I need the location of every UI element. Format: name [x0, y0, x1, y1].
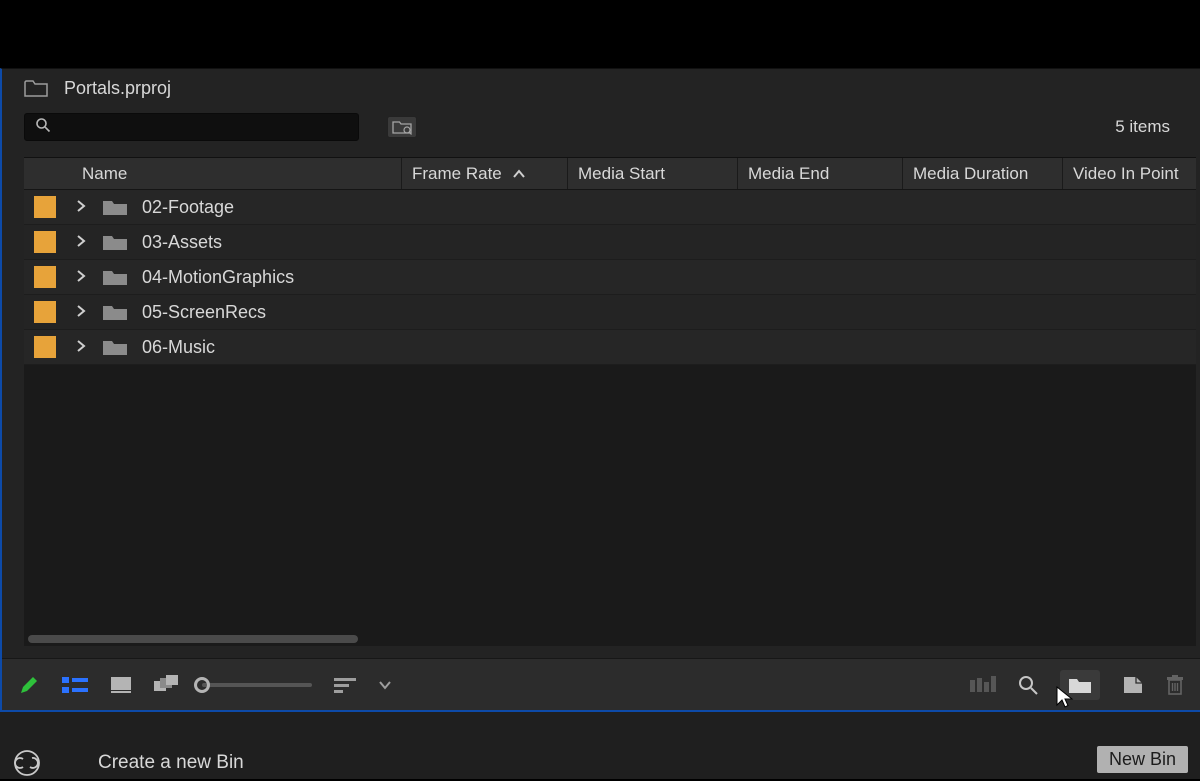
freeform-view-icon[interactable] [154, 675, 180, 695]
project-title: Portals.prproj [64, 78, 171, 99]
list-view-icon[interactable] [62, 676, 88, 694]
status-bar: Create a new Bin New Bin [0, 712, 1200, 779]
search-icon [35, 117, 51, 138]
table-row[interactable]: 03-Assets [24, 225, 1196, 260]
icon-view-icon[interactable] [110, 676, 132, 694]
bin-folder-icon [102, 197, 130, 217]
bin-name[interactable]: 04-MotionGraphics [142, 267, 294, 288]
expand-arrow-icon[interactable] [70, 267, 92, 288]
sort-order-icon[interactable] [334, 677, 356, 693]
project-folder-icon [24, 79, 48, 97]
bin-name[interactable]: 05-ScreenRecs [142, 302, 266, 323]
column-media-duration[interactable]: Media Duration [903, 158, 1063, 189]
bin-folder-icon [102, 267, 130, 287]
item-count: 5 items [1115, 117, 1178, 137]
project-rows: 02-Footage 03-Assets 04-MotionGraphics 05-S… [24, 190, 1196, 365]
sort-dropdown-icon[interactable] [378, 680, 392, 690]
table-row[interactable]: 04-MotionGraphics [24, 260, 1196, 295]
zoom-slider-handle[interactable] [194, 677, 210, 693]
expand-arrow-icon[interactable] [70, 302, 92, 323]
table-row[interactable]: 06-Music [24, 330, 1196, 365]
expand-arrow-icon[interactable] [70, 197, 92, 218]
delete-button[interactable] [1166, 675, 1184, 695]
column-video-in-point-label: Video In Point [1073, 164, 1179, 184]
column-name-label: Name [82, 164, 127, 184]
column-media-end[interactable]: Media End [738, 158, 903, 189]
bin-folder-icon [102, 302, 130, 322]
column-name[interactable]: Name [72, 158, 402, 189]
expand-arrow-icon[interactable] [70, 232, 92, 253]
column-media-duration-label: Media Duration [913, 164, 1028, 184]
horizontal-scrollbar-thumb[interactable] [28, 635, 358, 643]
search-row: 5 items [2, 107, 1200, 147]
find-icon[interactable] [1018, 675, 1038, 695]
status-hint: Create a new Bin [98, 752, 244, 774]
column-media-end-label: Media End [748, 164, 829, 184]
column-label[interactable] [24, 158, 72, 189]
new-item-button[interactable] [1122, 675, 1144, 695]
project-panel: Portals.prproj 5 items Name [0, 68, 1200, 712]
tooltip-new-bin: New Bin [1097, 746, 1188, 773]
zoom-slider[interactable] [202, 683, 312, 687]
bin-folder-icon [102, 337, 130, 357]
write-tool-icon[interactable] [18, 674, 40, 696]
expand-arrow-icon[interactable] [70, 337, 92, 358]
column-video-in-point[interactable]: Video In Point [1063, 158, 1196, 189]
filter-bin-button[interactable] [387, 116, 417, 138]
horizontal-scrollbar[interactable] [24, 632, 1196, 646]
creative-cloud-icon [14, 750, 40, 776]
label-chip[interactable] [34, 231, 56, 253]
column-media-start[interactable]: Media Start [568, 158, 738, 189]
column-frame-rate[interactable]: Frame Rate [402, 158, 568, 189]
label-chip[interactable] [34, 336, 56, 358]
bin-name[interactable]: 02-Footage [142, 197, 234, 218]
bin-name[interactable]: 06-Music [142, 337, 215, 358]
sort-ascending-icon [512, 164, 526, 184]
automate-sequence-icon[interactable] [970, 676, 996, 694]
bin-folder-icon [102, 232, 130, 252]
column-header-row: Name Frame Rate Media Start Media End Me… [24, 158, 1196, 190]
label-chip[interactable] [34, 196, 56, 218]
search-box[interactable] [24, 113, 359, 141]
search-input[interactable] [51, 118, 348, 136]
column-frame-rate-label: Frame Rate [412, 164, 502, 184]
label-chip[interactable] [34, 266, 56, 288]
label-chip[interactable] [34, 301, 56, 323]
project-header: Portals.prproj [2, 69, 1200, 107]
new-bin-button[interactable] [1060, 670, 1100, 700]
column-media-start-label: Media Start [578, 164, 665, 184]
table-row[interactable]: 02-Footage [24, 190, 1196, 225]
table-row[interactable]: 05-ScreenRecs [24, 295, 1196, 330]
bin-name[interactable]: 03-Assets [142, 232, 222, 253]
project-toolbar [2, 658, 1200, 712]
project-table: Name Frame Rate Media Start Media End Me… [24, 157, 1196, 646]
